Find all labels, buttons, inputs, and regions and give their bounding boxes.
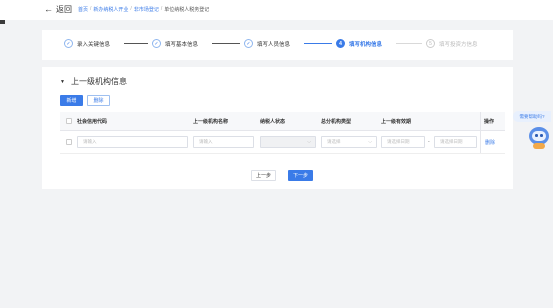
breadcrumb-separator: / xyxy=(130,6,132,12)
robot-eye xyxy=(540,134,543,137)
back-arrow-icon: ← xyxy=(44,4,53,14)
taxpayer-status-select: ⌵ xyxy=(260,136,316,148)
breadcrumb-separator: / xyxy=(160,6,163,12)
table-header: 社会信用代码 上一级机构名称 纳税人状态 总分机构类型 上一级有效期 操作 xyxy=(60,112,505,131)
section-header[interactable]: ▼ 上一级机构信息 xyxy=(60,76,127,87)
column-header: 上一级有效期 xyxy=(381,119,412,125)
column-header: 纳税人状态 xyxy=(260,119,286,125)
breadcrumb-home[interactable]: 首页 xyxy=(78,6,88,13)
step-number: 4 xyxy=(336,39,345,48)
robot-body xyxy=(533,143,545,149)
select-all-checkbox[interactable] xyxy=(66,118,72,124)
row-delete-link[interactable]: 删除 xyxy=(485,139,495,146)
robot-eye xyxy=(535,134,538,137)
breadcrumb-separator: / xyxy=(90,6,92,12)
check-icon: ✓ xyxy=(152,39,161,48)
prev-step-button[interactable]: 上一步 xyxy=(251,170,276,181)
type-placeholder: 请选择 xyxy=(327,139,341,144)
progress-steps: ✓ 录入关键信息 ✓ 填写基本信息 ✓ 填写人员信息 4 填写机构信息 5 填写… xyxy=(42,30,513,60)
step-label: 填写基本信息 xyxy=(165,41,199,48)
next-step-button[interactable]: 下一步 xyxy=(288,170,313,181)
breadcrumb-current: 单位纳税人税务登记 xyxy=(164,7,210,13)
breadcrumb-new-taxpayer[interactable]: 新办纳税人开业 xyxy=(93,6,128,13)
column-header: 操作 xyxy=(484,119,495,125)
org-type-select[interactable]: 请选择 ⌵ xyxy=(321,136,377,148)
step-label: 填写机构信息 xyxy=(349,41,383,48)
date-range-separator: - xyxy=(428,139,430,145)
column-header: 社会信用代码 xyxy=(77,119,108,125)
step-label: 填写人员信息 xyxy=(257,41,291,48)
column-header: 上一级机构名称 xyxy=(193,119,229,125)
step-org-info: 4 填写机构信息 xyxy=(336,39,382,48)
column-divider xyxy=(480,112,481,130)
org-table: 社会信用代码 上一级机构名称 纳税人状态 总分机构类型 上一级有效期 操作 请输… xyxy=(60,112,505,154)
check-icon: ✓ xyxy=(244,39,253,48)
end-date-picker[interactable]: 请选择日期 xyxy=(434,136,477,148)
row-checkbox[interactable] xyxy=(66,139,72,145)
table-row: 请输入 请输入 ⌵ 请选择 ⌵ 请选择日期 - 请选择日期 删除 xyxy=(60,131,505,154)
step-key-info: ✓ 录入关键信息 xyxy=(64,39,110,48)
step-connector xyxy=(304,43,332,44)
column-divider xyxy=(480,131,481,153)
back-button[interactable]: ← 返回 xyxy=(44,4,72,15)
step-label: 录入关键信息 xyxy=(77,41,111,48)
step-number: 5 xyxy=(426,39,435,48)
section-title: 上一级机构信息 xyxy=(70,77,127,86)
check-icon: ✓ xyxy=(64,39,73,48)
column-header: 总分机构类型 xyxy=(321,119,352,125)
step-basic-info: ✓ 填写基本信息 xyxy=(152,39,198,48)
org-info-section: ▼ 上一级机构信息 新增 删除 社会信用代码 上一级机构名称 纳税人状态 总分机… xyxy=(42,67,513,189)
step-label: 填写投资方信息 xyxy=(439,41,478,48)
step-investor-info: 5 填写投资方信息 xyxy=(426,39,478,48)
breadcrumb: 首页 / 新办纳税人开业 / 非市场登记 / 单位纳税人税务登记 xyxy=(78,6,209,13)
delete-button[interactable]: 删除 xyxy=(87,95,110,106)
back-label: 返回 xyxy=(56,5,72,14)
chevron-down-icon: ⌵ xyxy=(368,139,372,145)
assistant-robot-icon[interactable] xyxy=(526,124,552,150)
start-date-picker[interactable]: 请选择日期 xyxy=(381,136,425,148)
add-button[interactable]: 新增 xyxy=(60,95,83,106)
step-connector xyxy=(396,43,422,44)
top-bar: ← 返回 首页 / 新办纳税人开业 / 非市场登记 / 单位纳税人税务登记 xyxy=(0,0,553,20)
help-bubble[interactable]: 需要帮助吗? xyxy=(513,111,551,122)
step-connector xyxy=(124,43,148,44)
credit-code-input[interactable]: 请输入 xyxy=(77,136,188,148)
breadcrumb-non-market[interactable]: 非市场登记 xyxy=(134,6,159,13)
org-name-input[interactable]: 请输入 xyxy=(193,136,254,148)
step-personnel-info: ✓ 填写人员信息 xyxy=(244,39,290,48)
step-connector xyxy=(212,43,240,44)
caret-down-icon: ▼ xyxy=(60,78,65,85)
chevron-down-icon: ⌵ xyxy=(307,139,311,145)
